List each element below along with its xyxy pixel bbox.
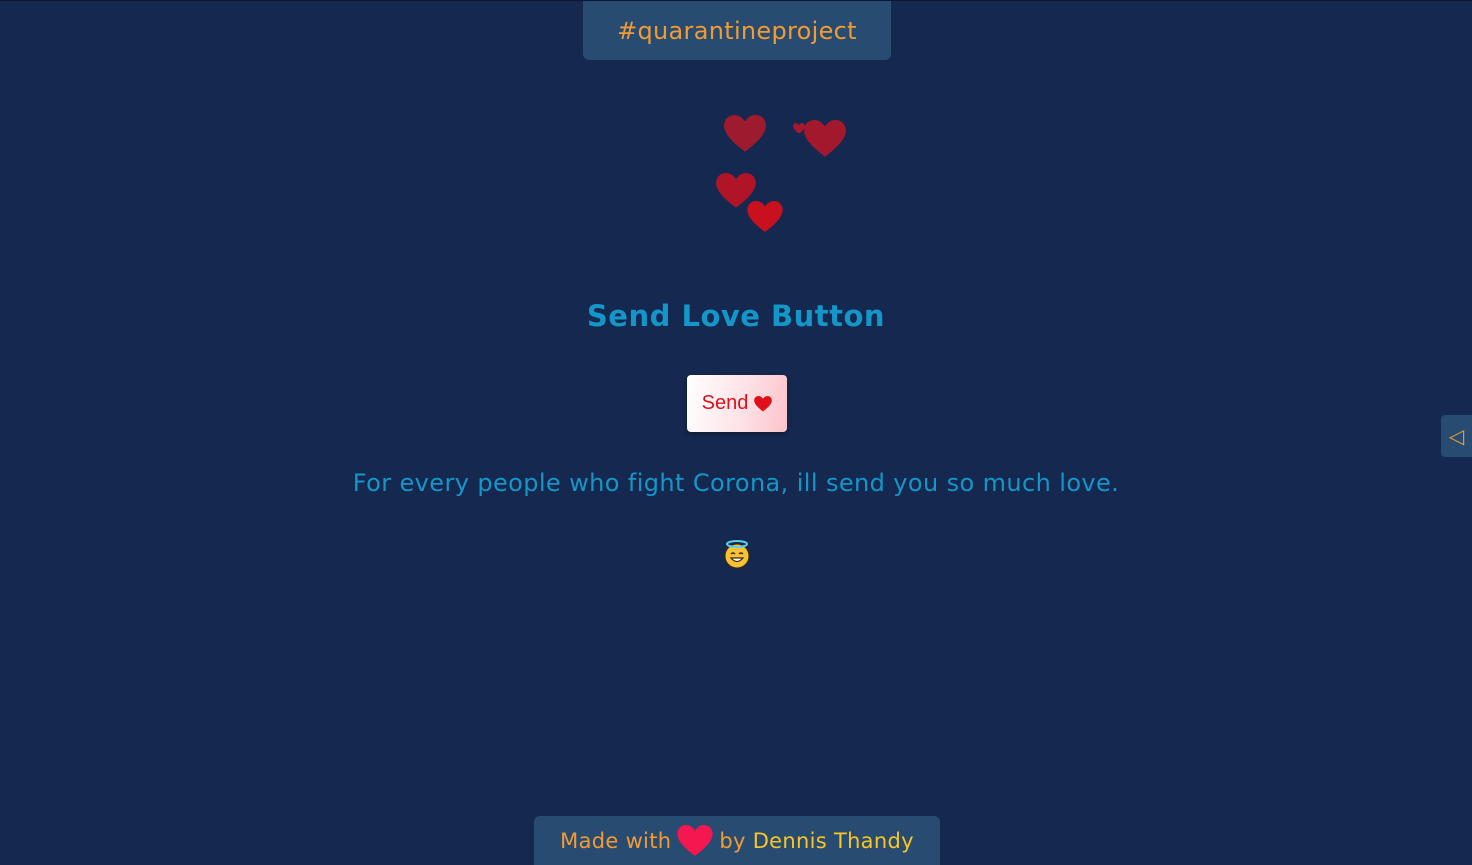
footer-made-with: Made with — [560, 829, 672, 853]
send-button-label: Send — [701, 392, 749, 414]
heart-icon — [677, 825, 713, 856]
floating-heart-icon — [804, 120, 846, 157]
send-love-button[interactable]: Send — [687, 375, 787, 432]
smiling-face-with-halo-icon — [724, 540, 750, 569]
floating-heart-icon — [724, 115, 766, 152]
side-panel-toggle[interactable]: ◁ — [1441, 415, 1472, 457]
floating-hearts — [700, 101, 870, 241]
page: #quarantineproject Send Love Button Send… — [0, 0, 1472, 865]
heart-icon — [754, 395, 773, 411]
footer: Made with by Dennis Thandy — [534, 816, 940, 865]
page-title: Send Love Button — [586, 299, 886, 333]
project-tag: #quarantineproject — [583, 1, 891, 60]
project-tag-label: #quarantineproject — [617, 16, 857, 45]
footer-space — [746, 829, 753, 853]
love-message: For every people who fight Corona, ill s… — [352, 469, 1120, 497]
floating-heart-icon — [747, 201, 783, 232]
footer-by: by — [719, 829, 746, 853]
collapse-arrow-icon: ◁ — [1448, 424, 1465, 448]
author-link[interactable]: Dennis Thandy — [753, 829, 914, 853]
floating-heart-icon — [793, 123, 805, 134]
